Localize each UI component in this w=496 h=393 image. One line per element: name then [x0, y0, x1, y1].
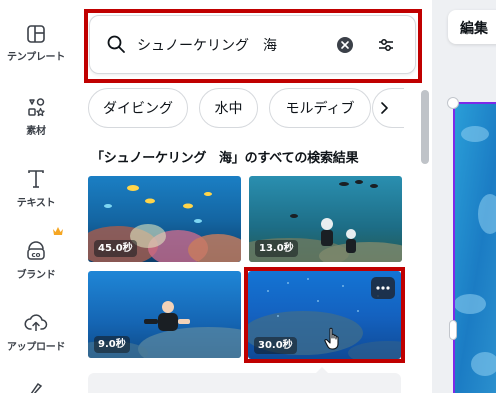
- chip-maldives[interactable]: モルディブ: [269, 88, 371, 128]
- rail-label-brand: ブランド: [16, 270, 56, 281]
- rail-item-templates[interactable]: テンプレート: [0, 24, 72, 63]
- preview-card: [88, 373, 401, 393]
- duration-badge: 45.0秒: [94, 240, 137, 257]
- video-result-1[interactable]: 45.0秒: [88, 176, 241, 262]
- resize-handle-top-left[interactable]: [447, 97, 459, 109]
- hand-cursor-icon: [324, 327, 339, 350]
- rail-item-upload[interactable]: アップロード: [0, 312, 72, 353]
- rail-item-elements[interactable]: 素材: [0, 96, 72, 137]
- text-icon: [28, 170, 44, 188]
- search-input[interactable]: シュノーケリング 海: [89, 15, 416, 74]
- video-result-3[interactable]: 9.0秒: [88, 271, 241, 358]
- rail-item-draw[interactable]: [0, 380, 72, 393]
- rail-label-upload: アップロード: [6, 342, 66, 353]
- search-icon: [107, 35, 125, 53]
- rail-label-templates: テンプレート: [7, 52, 65, 63]
- rail-label-text: テキスト: [16, 198, 56, 209]
- results-heading: 「シュノーケリング 海」のすべての検索結果: [91, 151, 359, 166]
- duration-badge: 13.0秒: [255, 240, 298, 257]
- clear-search-icon[interactable]: [336, 36, 354, 54]
- search-query-text[interactable]: シュノーケリング 海: [137, 35, 277, 55]
- filter-icon[interactable]: [376, 35, 396, 55]
- rail-item-brand[interactable]: co ブランド: [0, 240, 72, 281]
- upload-icon: [24, 314, 48, 331]
- resize-handle-left[interactable]: [449, 320, 457, 340]
- suggestion-chips: ダイビング 水中 モルディブ 旅: [88, 88, 404, 128]
- search-panel: シュノーケリング 海 ダイビング 水中 モルディブ 旅 「シュノーケリング 海」…: [72, 0, 432, 393]
- brand-icon: co: [27, 241, 45, 260]
- canvas-page[interactable]: [453, 102, 496, 393]
- video-result-2[interactable]: 13.0秒: [249, 176, 402, 262]
- chip-underwater[interactable]: 水中: [199, 88, 258, 128]
- pen-icon: [30, 382, 43, 393]
- edit-button-label: 編集: [460, 21, 488, 37]
- rail-item-text[interactable]: テキスト: [0, 168, 72, 209]
- rail-label-elements: 素材: [26, 126, 46, 137]
- scrollbar-thumb[interactable]: [421, 90, 429, 164]
- duration-badge: 9.0秒: [94, 336, 130, 353]
- chip-diving[interactable]: ダイビング: [88, 88, 188, 128]
- svg-text:co: co: [32, 251, 41, 259]
- chevron-right-icon: [381, 102, 388, 114]
- canvas-underwater-image: [455, 104, 496, 393]
- editor-window: テンプレート 素材 テキスト co ブランド アップロード シュノーケリング 海: [0, 0, 496, 393]
- side-rail: テンプレート 素材 テキスト co ブランド アップロード: [0, 0, 72, 393]
- elements-icon: [28, 98, 45, 117]
- chips-next-button[interactable]: [372, 88, 404, 128]
- crown-icon: [53, 227, 63, 235]
- template-icon: [27, 25, 45, 43]
